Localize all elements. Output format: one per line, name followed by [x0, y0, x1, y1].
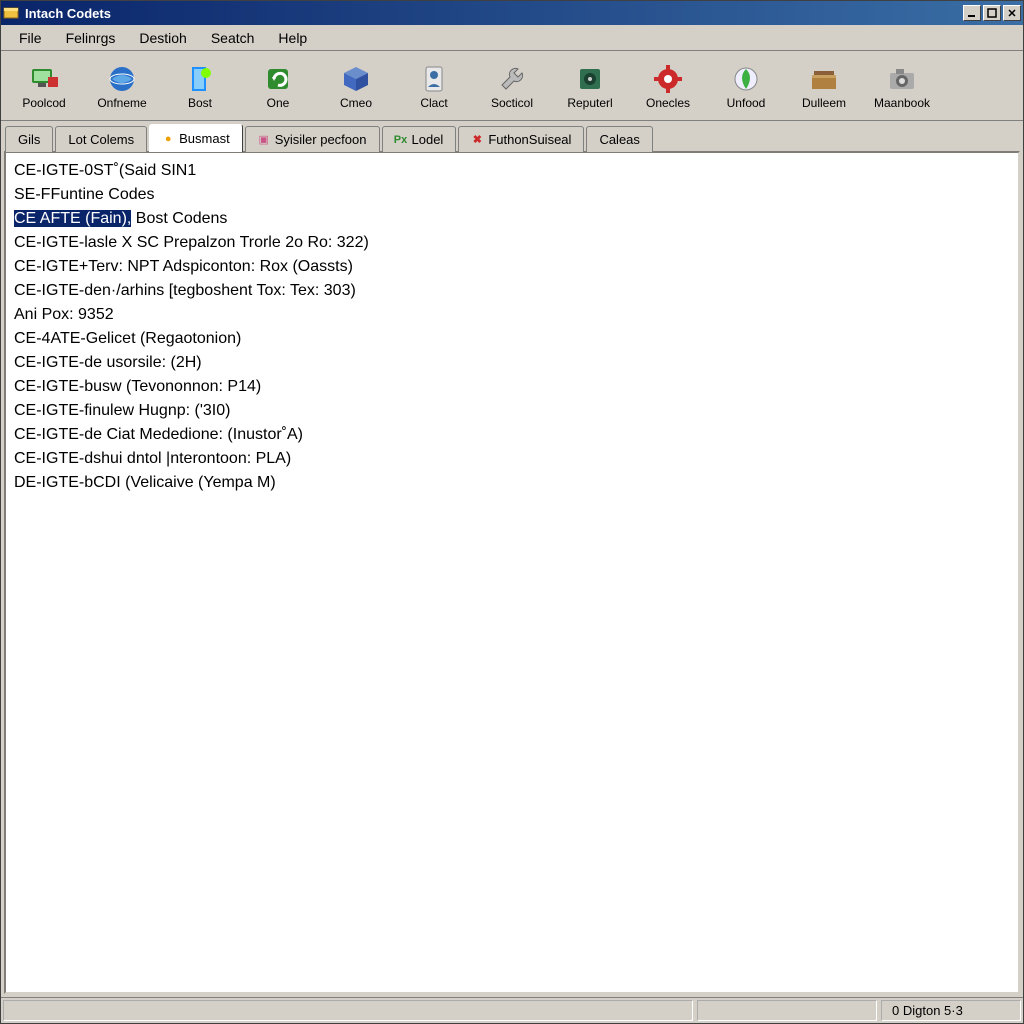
toolbar-cmeo[interactable]: Cmeo [317, 55, 395, 117]
menu-file[interactable]: File [7, 28, 54, 48]
toolbar: Poolcod Onfneme Bost One Cmeo Clact Soct… [1, 51, 1023, 121]
tab-strip: Gils Lot Colems ● Busmast ▣ Syisiler pecfo… [1, 121, 1023, 151]
door-icon [184, 63, 216, 95]
globe-icon [106, 63, 138, 95]
list-item-selected[interactable]: CE AFTE (Fain), Bost Codens [14, 207, 1010, 231]
line-rest: Bost Codens [131, 210, 227, 227]
tab-gils[interactable]: Gils [5, 126, 53, 152]
leaf-icon [730, 63, 762, 95]
maximize-button[interactable] [983, 5, 1001, 21]
toolbar-label: Reputerl [567, 97, 612, 109]
refresh-icon [262, 63, 294, 95]
status-bar: 0 Digton 5·3 [1, 997, 1023, 1023]
toolbar-label: Poolcod [22, 97, 65, 109]
tab-label: Busmast [179, 131, 230, 146]
tab-lodel[interactable]: Px Lodel [382, 126, 457, 152]
toolbar-label: Maanbook [874, 97, 930, 109]
list-item[interactable]: CE-IGTE-de usorsile: (2H) [14, 351, 1010, 375]
status-right: 0 Digton 5·3 [881, 1000, 1021, 1021]
toolbar-label: Clact [420, 97, 447, 109]
window-title: Intach Codets [25, 6, 111, 21]
close-button[interactable] [1003, 5, 1021, 21]
tab-label: Gils [18, 132, 40, 147]
folder-icon [808, 63, 840, 95]
toolbar-socticol[interactable]: Socticol [473, 55, 551, 117]
status-middle [697, 1000, 877, 1021]
toolbar-dulleem[interactable]: Dulleem [785, 55, 863, 117]
tab-lot-colems[interactable]: Lot Colems [55, 126, 147, 152]
toolbar-bost[interactable]: Bost [161, 55, 239, 117]
code-list[interactable]: CE-IGTE-0ST˚(Said SIN1 SE-FFuntine Codes… [4, 151, 1020, 994]
toolbar-reputerl[interactable]: Reputerl [551, 55, 629, 117]
status-left [3, 1000, 693, 1021]
toolbar-poolcod[interactable]: Poolcod [5, 55, 83, 117]
tab-label: Syisiler pecfoon [275, 132, 367, 147]
menu-destioh[interactable]: Destioh [127, 28, 198, 48]
list-item[interactable]: CE-IGTE-finulew Hugnp: ('3I0) [14, 399, 1010, 423]
list-item[interactable]: CE-IGTE+Terv: NPT Adspiconton: Rox (Oass… [14, 255, 1010, 279]
toolbar-label: Cmeo [340, 97, 372, 109]
camera-icon [886, 63, 918, 95]
list-item[interactable]: DE-IGTE-bCDI (Velicaive (Yempa M) [14, 471, 1010, 495]
tab-futhonsuiseal[interactable]: ✖ FuthonSuiseal [458, 126, 584, 152]
menu-help[interactable]: Help [266, 28, 319, 48]
px-icon: Px [395, 134, 407, 146]
toolbar-one[interactable]: One [239, 55, 317, 117]
menu-seatch[interactable]: Seatch [199, 28, 267, 48]
safe-icon [574, 63, 606, 95]
app-window: Intach Codets File Felinrgs Destioh Seat… [0, 0, 1024, 1024]
list-item[interactable]: SE-FFuntine Codes [14, 183, 1010, 207]
toolbar-label: Onecles [646, 97, 690, 109]
title-bar: Intach Codets [1, 1, 1023, 25]
toolbar-label: Dulleem [802, 97, 846, 109]
toolbar-maanbook[interactable]: Maanbook [863, 55, 941, 117]
box-icon [340, 63, 372, 95]
gear-red-icon [652, 63, 684, 95]
tab-busmast[interactable]: ● Busmast [149, 124, 243, 152]
toolbar-unfood[interactable]: Unfood [707, 55, 785, 117]
tab-label: Caleas [599, 132, 639, 147]
square-icon: ▣ [258, 134, 270, 146]
minimize-button[interactable] [963, 5, 981, 21]
list-item[interactable]: CE-4ATE-Gelicet (Regaotonion) [14, 327, 1010, 351]
selected-text: CE AFTE (Fain), [14, 210, 131, 227]
list-item[interactable]: CE-IGTE-0ST˚(Said SIN1 [14, 159, 1010, 183]
toolbar-label: Bost [188, 97, 212, 109]
list-item[interactable]: CE-IGTE-busw (Tevononnon: P14) [14, 375, 1010, 399]
tab-label: Lodel [412, 132, 444, 147]
app-icon [3, 5, 19, 21]
menu-felinrgs[interactable]: Felinrgs [54, 28, 128, 48]
tab-caleas[interactable]: Caleas [586, 126, 652, 152]
person-icon [418, 63, 450, 95]
toolbar-label: Unfood [727, 97, 766, 109]
toolbar-onecles[interactable]: Onecles [629, 55, 707, 117]
list-item[interactable]: CE-IGTE-lasle X SC Prepalzon Trorle 2o R… [14, 231, 1010, 255]
toolbar-onfneme[interactable]: Onfneme [83, 55, 161, 117]
list-item[interactable]: CE-IGTE-de Ciat Mededione: (Inustor˚A) [14, 423, 1010, 447]
x-icon: ✖ [471, 134, 483, 146]
list-item[interactable]: CE-IGTE-den·/arhins [tegboshent Tox: Tex… [14, 279, 1010, 303]
toolbar-label: One [267, 97, 290, 109]
list-item[interactable]: CE-IGTE-dshui dntol |nterontoon: PLA) [14, 447, 1010, 471]
toolbar-clact[interactable]: Clact [395, 55, 473, 117]
monitor-icon [28, 63, 60, 95]
list-item[interactable]: Ani Pox: 9352 [14, 303, 1010, 327]
tab-label: FuthonSuiseal [488, 132, 571, 147]
toolbar-label: Socticol [491, 97, 533, 109]
tab-syisiler[interactable]: ▣ Syisiler pecfoon [245, 126, 380, 152]
toolbar-label: Onfneme [97, 97, 146, 109]
dot-icon: ● [162, 133, 174, 145]
tab-label: Lot Colems [68, 132, 134, 147]
wrench-icon [496, 63, 528, 95]
menu-bar: File Felinrgs Destioh Seatch Help [1, 25, 1023, 51]
